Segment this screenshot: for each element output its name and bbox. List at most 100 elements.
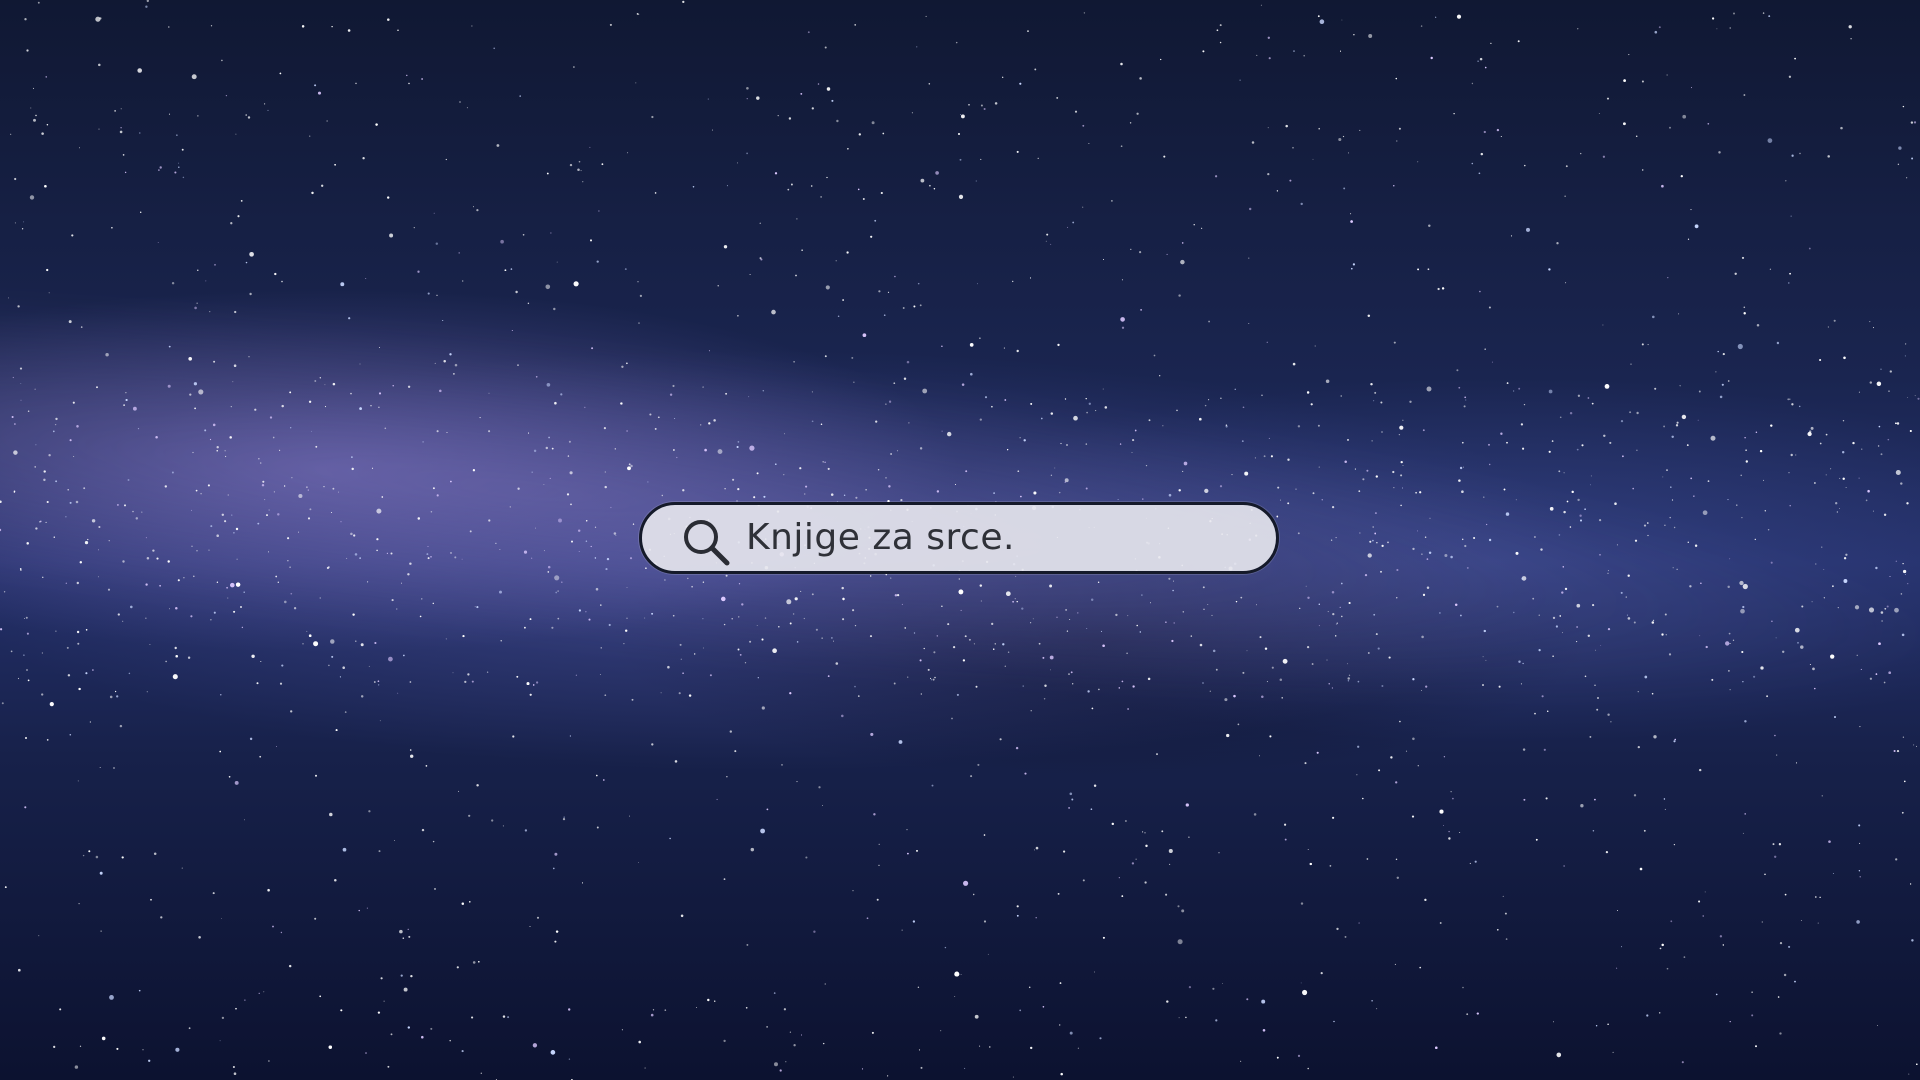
star bbox=[1513, 611, 1515, 614]
star bbox=[25, 737, 27, 739]
star bbox=[146, 691, 148, 693]
star bbox=[445, 158, 447, 161]
star bbox=[789, 692, 792, 695]
star bbox=[1058, 1024, 1061, 1026]
star bbox=[77, 642, 80, 645]
star bbox=[831, 637, 833, 639]
star bbox=[1718, 151, 1721, 154]
star bbox=[894, 594, 898, 597]
star bbox=[355, 82, 357, 85]
star bbox=[46, 500, 49, 504]
star bbox=[1795, 762, 1798, 764]
star bbox=[749, 445, 755, 451]
star bbox=[1277, 486, 1280, 489]
star bbox=[624, 268, 627, 271]
star bbox=[11, 415, 14, 419]
star bbox=[1907, 397, 1908, 398]
star bbox=[672, 614, 675, 617]
star bbox=[1559, 416, 1562, 419]
star bbox=[388, 656, 393, 662]
star bbox=[1289, 179, 1292, 182]
star bbox=[1093, 784, 1097, 787]
star bbox=[1054, 467, 1056, 469]
star bbox=[408, 935, 411, 938]
star bbox=[761, 706, 765, 710]
star bbox=[1202, 50, 1205, 53]
star bbox=[970, 372, 973, 376]
search-input[interactable]: Knjige za srce. bbox=[746, 505, 1015, 571]
star bbox=[1902, 562, 1904, 565]
star bbox=[594, 557, 597, 559]
star bbox=[837, 315, 840, 318]
star bbox=[279, 72, 282, 75]
star bbox=[907, 852, 909, 855]
star bbox=[737, 441, 740, 443]
star bbox=[1661, 943, 1664, 947]
star bbox=[1867, 489, 1870, 493]
search-bar[interactable]: Knjige za srce. bbox=[639, 502, 1279, 574]
star bbox=[604, 694, 607, 697]
star bbox=[284, 600, 287, 604]
star bbox=[116, 695, 119, 698]
star bbox=[1767, 138, 1773, 143]
star bbox=[822, 461, 824, 463]
star bbox=[65, 582, 67, 584]
star bbox=[935, 171, 939, 175]
star bbox=[1911, 157, 1914, 160]
star bbox=[847, 148, 849, 150]
star bbox=[1244, 471, 1249, 476]
star bbox=[280, 931, 283, 934]
star bbox=[1422, 429, 1425, 432]
star bbox=[1671, 435, 1674, 439]
star bbox=[851, 356, 854, 359]
search-icon[interactable] bbox=[680, 516, 732, 568]
star bbox=[1357, 680, 1360, 683]
star bbox=[1787, 398, 1790, 401]
star bbox=[1177, 905, 1180, 908]
star bbox=[1651, 692, 1654, 695]
star bbox=[1168, 849, 1173, 853]
star bbox=[1427, 268, 1430, 271]
star bbox=[1439, 612, 1441, 614]
star bbox=[554, 401, 557, 405]
star bbox=[392, 385, 394, 387]
star bbox=[911, 112, 913, 114]
star bbox=[1378, 769, 1381, 772]
star bbox=[1300, 982, 1302, 984]
star bbox=[1742, 605, 1745, 609]
star bbox=[1643, 524, 1647, 527]
star bbox=[495, 542, 497, 544]
star bbox=[191, 74, 197, 80]
star bbox=[746, 152, 748, 155]
star bbox=[1421, 690, 1422, 692]
star bbox=[1707, 480, 1710, 482]
star bbox=[1417, 765, 1419, 767]
star bbox=[709, 674, 712, 677]
star bbox=[968, 638, 971, 641]
star bbox=[1203, 608, 1205, 610]
star bbox=[193, 575, 195, 578]
star bbox=[1478, 172, 1481, 175]
star bbox=[1266, 681, 1268, 683]
star bbox=[516, 675, 519, 678]
star bbox=[1215, 1019, 1218, 1022]
star bbox=[1715, 993, 1718, 996]
star bbox=[1362, 478, 1365, 481]
star bbox=[578, 609, 581, 612]
star bbox=[918, 1049, 921, 1051]
star bbox=[1166, 253, 1168, 255]
star bbox=[0, 628, 3, 631]
star bbox=[817, 83, 820, 85]
star bbox=[702, 386, 704, 388]
star bbox=[1842, 419, 1845, 422]
star bbox=[657, 416, 660, 419]
star bbox=[486, 671, 489, 673]
star bbox=[557, 590, 559, 592]
star bbox=[1251, 141, 1255, 144]
star bbox=[1491, 361, 1493, 363]
star bbox=[1790, 453, 1793, 457]
star bbox=[624, 629, 628, 632]
star bbox=[1592, 829, 1595, 832]
star bbox=[871, 121, 875, 125]
star bbox=[1395, 781, 1398, 784]
